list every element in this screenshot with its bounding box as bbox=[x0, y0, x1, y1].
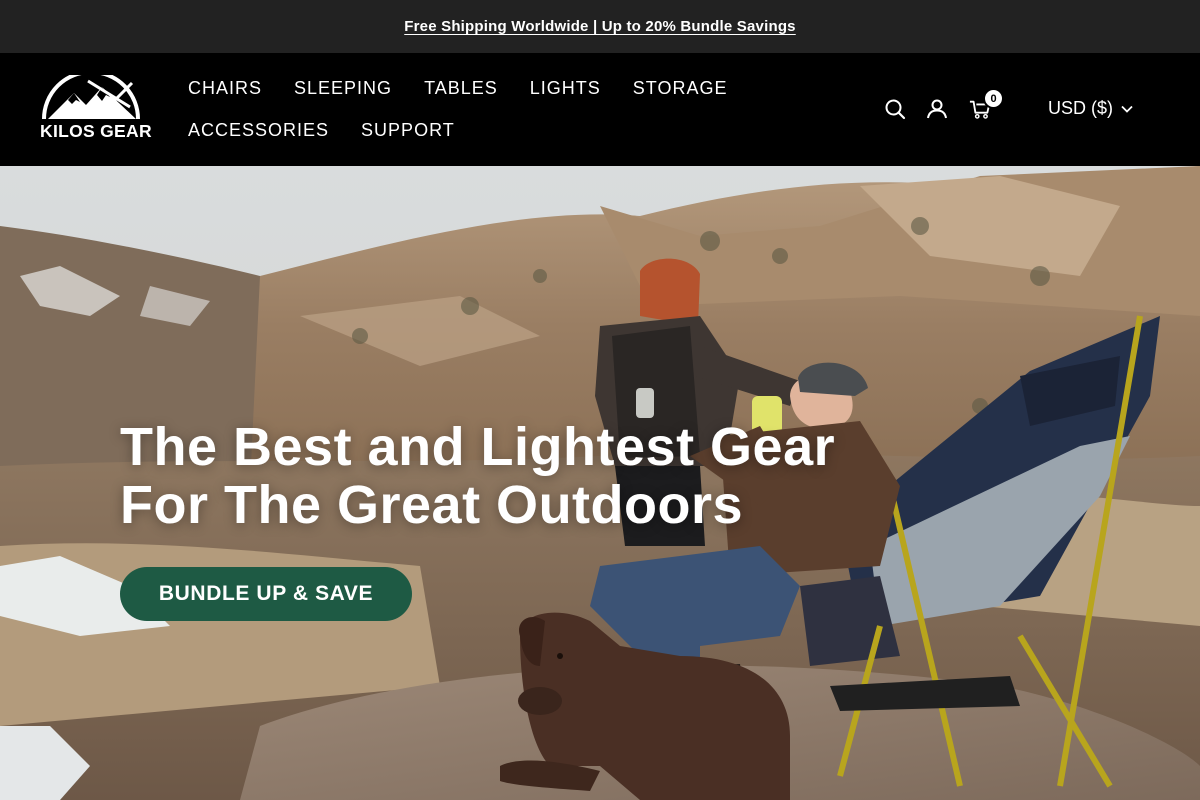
header-actions: 0 bbox=[884, 88, 1004, 120]
nav-accessories[interactable]: ACCESSORIES bbox=[188, 119, 329, 141]
brand-name: KILOS GEAR bbox=[40, 121, 152, 141]
chevron-down-icon bbox=[1121, 105, 1133, 113]
announcement-bar: Free Shipping Worldwide | Up to 20% Bund… bbox=[0, 0, 1200, 53]
cart-count-badge: 0 bbox=[983, 88, 1004, 109]
bundle-up-save-button[interactable]: BUNDLE UP & SAVE bbox=[120, 567, 412, 621]
hero-title-line-2: For The Great Outdoors bbox=[120, 475, 744, 535]
nav-storage[interactable]: STORAGE bbox=[633, 77, 728, 99]
brand-logo[interactable]: KILOS GEAR bbox=[40, 70, 152, 145]
account-icon[interactable] bbox=[926, 98, 948, 120]
nav-tables[interactable]: TABLES bbox=[424, 77, 498, 99]
announcement-link[interactable]: Free Shipping Worldwide | Up to 20% Bund… bbox=[404, 18, 795, 35]
currency-selector[interactable]: USD ($) bbox=[1048, 98, 1133, 119]
hero-title-line-1: The Best and Lightest Gear bbox=[120, 417, 836, 477]
currency-label: USD ($) bbox=[1048, 98, 1114, 118]
hero-banner: The Best and Lightest Gear For The Great… bbox=[0, 166, 1200, 800]
nav-chairs[interactable]: CHAIRS bbox=[188, 77, 262, 99]
search-icon[interactable] bbox=[884, 98, 906, 120]
main-nav-row-2: ACCESSORIES SUPPORT bbox=[188, 119, 455, 141]
site-header: KILOS GEAR CHAIRS SLEEPING TABLES LIGHTS… bbox=[0, 53, 1200, 166]
nav-sleeping[interactable]: SLEEPING bbox=[294, 77, 392, 99]
mountain-logo-icon bbox=[42, 70, 140, 120]
nav-lights[interactable]: LIGHTS bbox=[530, 77, 601, 99]
nav-support[interactable]: SUPPORT bbox=[361, 119, 455, 141]
hero-title: The Best and Lightest Gear For The Great… bbox=[120, 418, 835, 534]
cart-icon[interactable]: 0 bbox=[969, 88, 1004, 120]
main-nav-row-1: CHAIRS SLEEPING TABLES LIGHTS STORAGE bbox=[188, 77, 727, 99]
